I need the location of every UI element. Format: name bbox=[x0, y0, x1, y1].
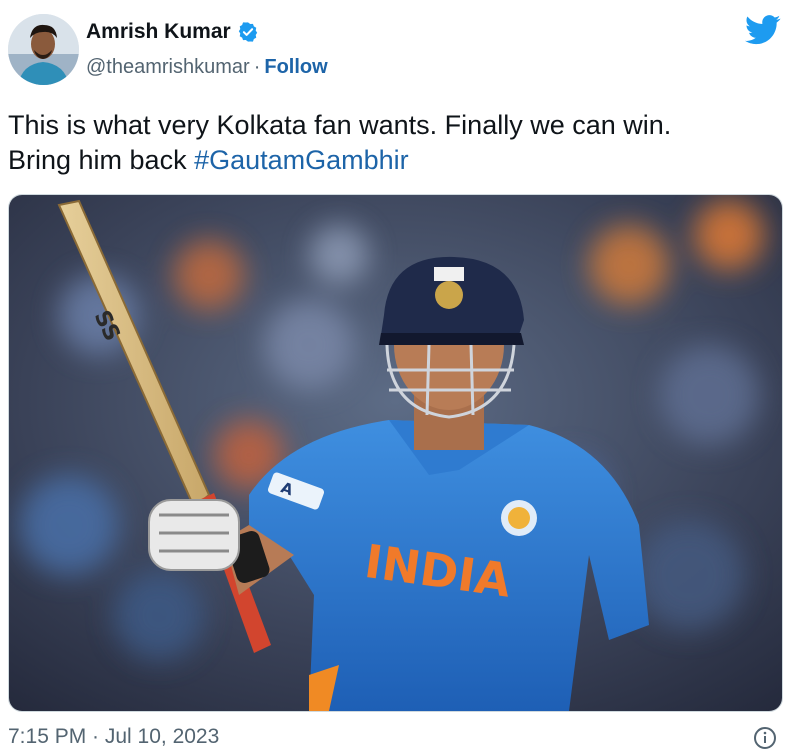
follow-button[interactable]: Follow bbox=[264, 56, 327, 79]
tweet-text-line-2: Bring him back #GautamGambhir bbox=[8, 143, 788, 178]
tweet-text-prefix: Bring him back bbox=[8, 145, 195, 175]
verified-badge-icon bbox=[237, 21, 259, 43]
batting-glove bbox=[148, 499, 240, 571]
info-icon[interactable] bbox=[753, 726, 777, 750]
handle-separator: · bbox=[253, 56, 261, 78]
author-avatar[interactable] bbox=[8, 14, 79, 85]
tweet-media-photo[interactable]: SS A INDIA bbox=[8, 194, 783, 712]
cricketer-photo: SS A INDIA bbox=[9, 195, 782, 711]
tweet-text: This is what very Kolkata fan wants. Fin… bbox=[8, 108, 788, 178]
hashtag-link[interactable]: #GautamGambhir bbox=[194, 145, 409, 175]
avatar-image bbox=[8, 14, 79, 85]
author-display-name[interactable]: Amrish Kumar bbox=[86, 20, 231, 44]
tweet-timestamp[interactable]: 7:15 PM · Jul 10, 2023 bbox=[8, 725, 219, 749]
twitter-bird-icon[interactable] bbox=[745, 14, 781, 46]
author-handle[interactable]: @theamrishkumar bbox=[86, 56, 250, 79]
tweet-text-line-1: This is what very Kolkata fan wants. Fin… bbox=[8, 110, 672, 140]
